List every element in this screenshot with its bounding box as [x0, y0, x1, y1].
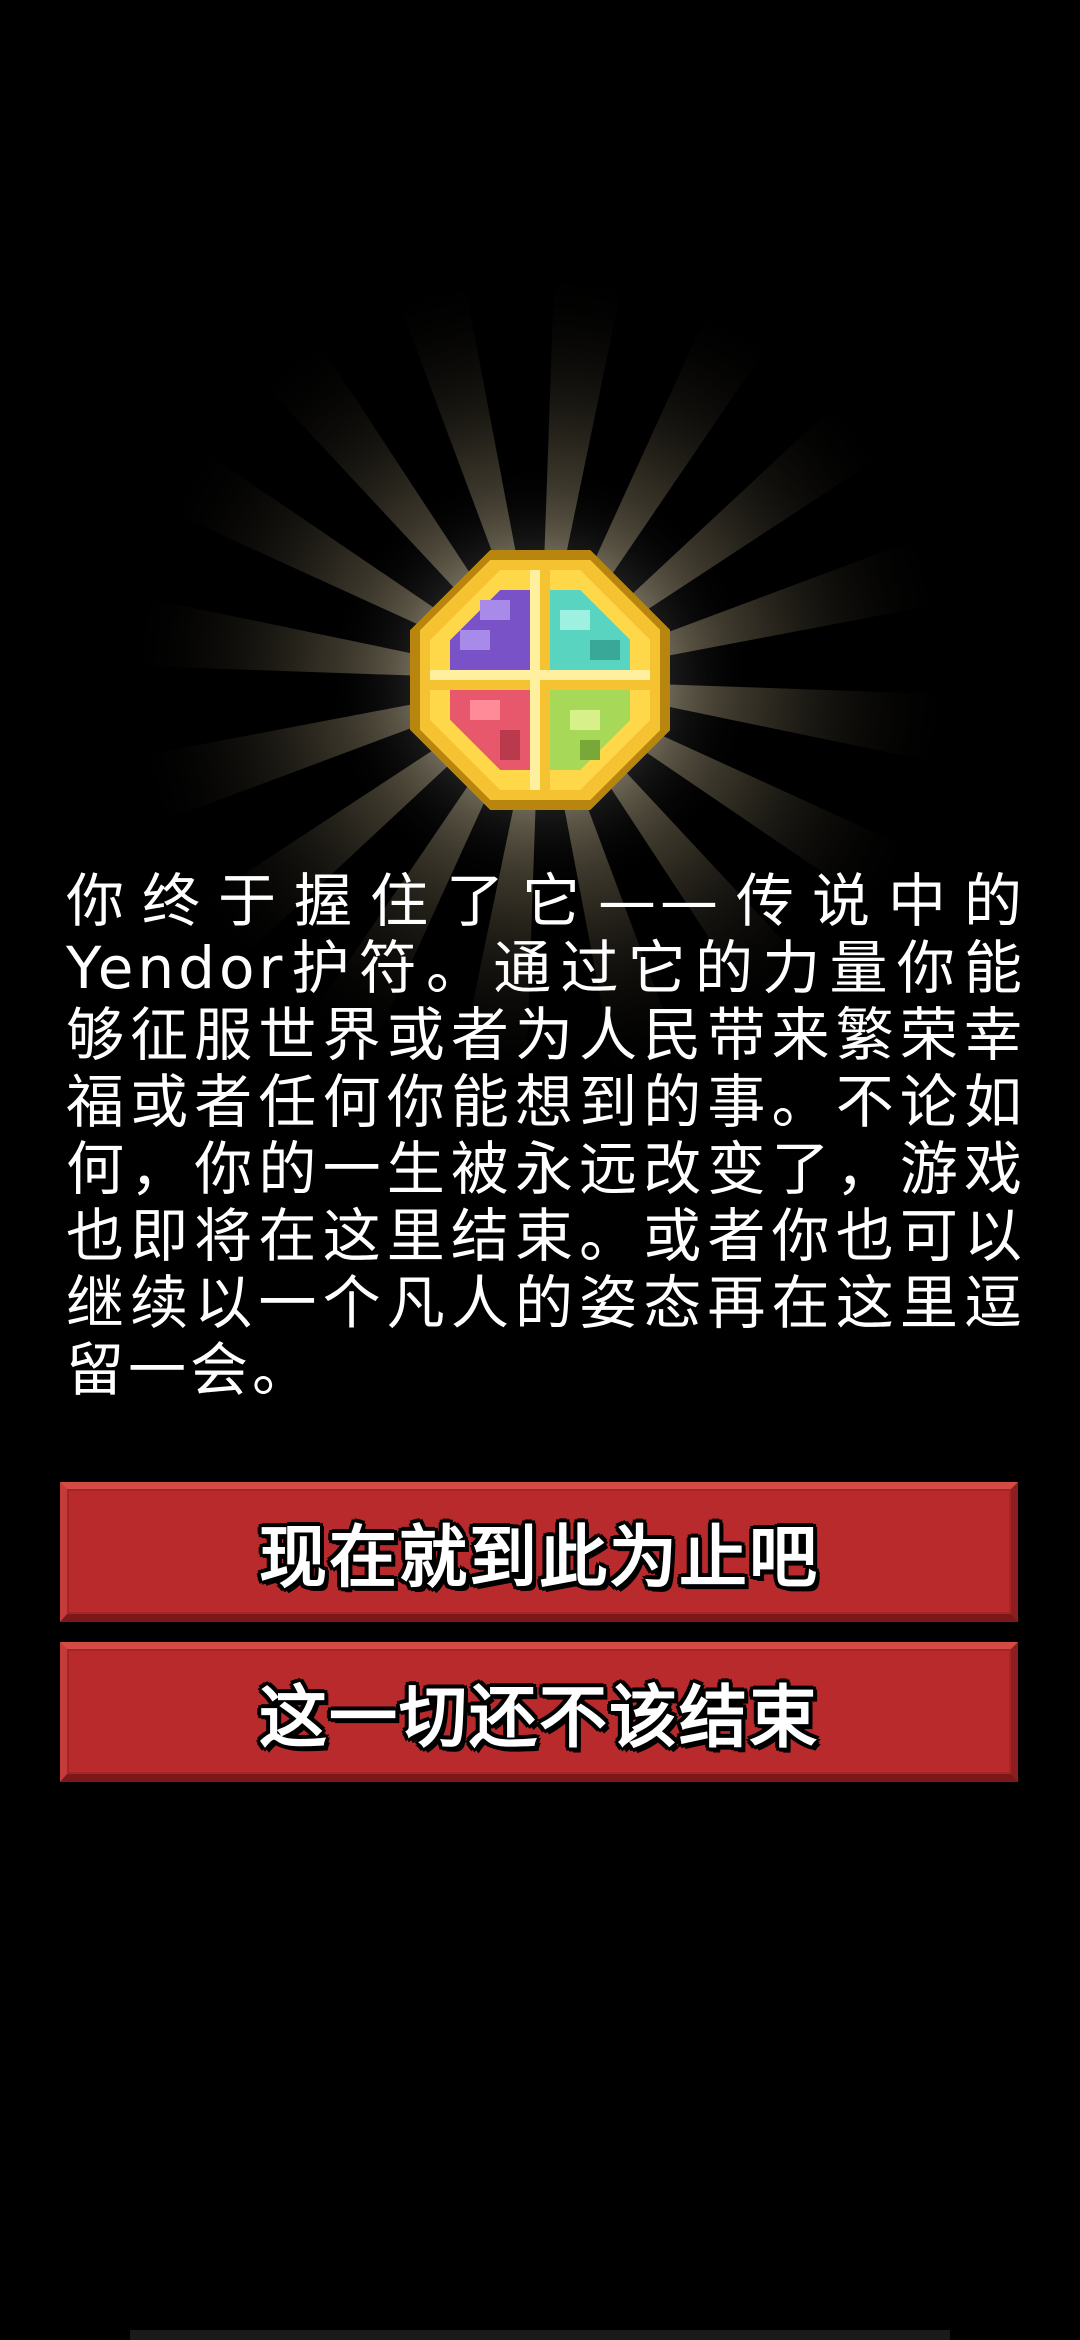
navigation-bar [130, 2330, 950, 2340]
continue-game-button[interactable]: 这一切还不该结束 [60, 1642, 1018, 1782]
end-game-label: 现在就到此为止吧 [258, 1519, 819, 1598]
amulet-of-yendor-icon [410, 550, 670, 810]
story-text: 你终于握住了它——传说中的Yendor护符。通过它的力量你能够征服世界或者为人民… [66, 867, 1026, 1404]
continue-game-label: 这一切还不该结束 [258, 1679, 819, 1758]
end-game-button[interactable]: 现在就到此为止吧 [60, 1482, 1018, 1622]
